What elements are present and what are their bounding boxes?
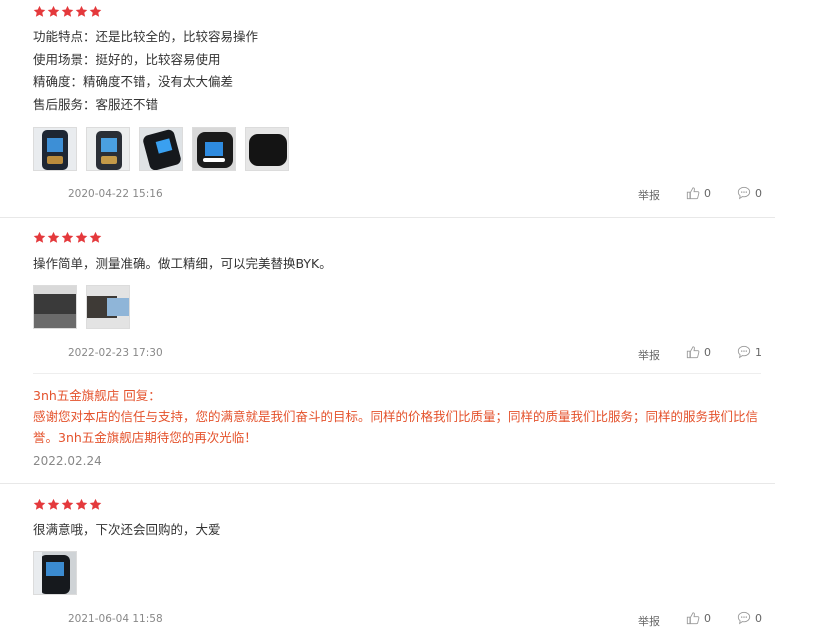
star-icon xyxy=(89,231,102,243)
report-label: 举报 xyxy=(638,189,660,202)
like-button[interactable]: 0 xyxy=(686,186,711,200)
star-icon xyxy=(75,5,88,17)
like-button[interactable]: 0 xyxy=(686,611,711,625)
comment-icon xyxy=(737,611,751,625)
seller-reply-author: 3nh五金旗舰店 回复： xyxy=(33,388,161,403)
like-count: 0 xyxy=(704,186,711,200)
like-button[interactable]: 0 xyxy=(686,345,711,359)
star-rating xyxy=(33,5,102,18)
review-text-line: 精确度：精确度不错，没有太大偏差 xyxy=(33,74,234,89)
review-date: 2022-02-23 17:30 xyxy=(68,347,163,359)
comment-count: 0 xyxy=(755,186,762,200)
thumbs-up-icon xyxy=(686,187,700,200)
seller-reply-date: 2022.02.24 xyxy=(33,454,102,468)
review-photos xyxy=(33,551,77,595)
review-item: 操作简单，测量准确。做工精细，可以完美替换BYK。 2022-02-23 17:… xyxy=(0,218,775,484)
comment-button[interactable]: 1 xyxy=(737,345,762,359)
star-icon xyxy=(89,5,102,17)
star-icon xyxy=(33,231,46,243)
review-photos xyxy=(33,285,130,329)
review-photo-thumbnail[interactable] xyxy=(33,127,77,171)
star-rating xyxy=(33,498,102,511)
review-photo-thumbnail[interactable] xyxy=(86,285,130,329)
comment-icon xyxy=(737,186,751,200)
star-icon xyxy=(33,5,46,17)
comment-count: 1 xyxy=(755,345,762,359)
comment-count: 0 xyxy=(755,611,762,625)
star-icon xyxy=(47,231,60,243)
thumbs-up-icon xyxy=(686,612,700,625)
like-count: 0 xyxy=(704,345,711,359)
review-text-line: 功能特点：还是比较全的，比较容易操作 xyxy=(33,29,259,44)
star-icon xyxy=(61,5,74,17)
review-date: 2021-06-04 11:58 xyxy=(68,613,163,625)
star-icon xyxy=(47,498,60,510)
report-link[interactable]: 举报 xyxy=(638,347,660,363)
reply-separator xyxy=(33,373,761,374)
comment-button[interactable]: 0 xyxy=(737,186,762,200)
star-icon xyxy=(75,498,88,510)
star-icon xyxy=(33,498,46,510)
seller-reply-text: 感谢您对本店的信任与支持，您的满意就是我们奋斗的目标。同样的价格我们比质量；同样… xyxy=(33,409,759,445)
star-icon xyxy=(61,231,74,243)
review-photos xyxy=(33,127,289,171)
comment-icon xyxy=(737,345,751,359)
report-link[interactable]: 举报 xyxy=(638,613,660,629)
report-label: 举报 xyxy=(638,615,660,628)
star-icon xyxy=(47,5,60,17)
thumbs-up-icon xyxy=(686,346,700,359)
review-photo-thumbnail[interactable] xyxy=(86,127,130,171)
review-text-line: 使用场景：挺好的，比较容易使用 xyxy=(33,51,221,67)
review-photo-thumbnail[interactable] xyxy=(33,285,77,329)
comment-button[interactable]: 0 xyxy=(737,611,762,625)
report-label: 举报 xyxy=(638,349,660,362)
review-photo-thumbnail[interactable] xyxy=(139,127,183,171)
review-item: 很满意哦，下次还会回购的，大爱 2021-06-04 11:58 举报 0 0 xyxy=(0,484,775,638)
report-link[interactable]: 举报 xyxy=(638,187,660,203)
star-rating xyxy=(33,231,102,244)
review-date: 2020-04-22 15:16 xyxy=(68,188,163,200)
review-item: 功能特点：还是比较全的，比较容易操作 使用场景：挺好的，比较容易使用 精确度：精… xyxy=(0,0,775,218)
star-icon xyxy=(89,498,102,510)
review-photo-thumbnail[interactable] xyxy=(245,127,289,171)
star-icon xyxy=(75,231,88,243)
review-photo-thumbnail[interactable] xyxy=(33,551,77,595)
review-text-line: 售后服务：客服还不错 xyxy=(33,96,159,112)
like-count: 0 xyxy=(704,611,711,625)
star-icon xyxy=(61,498,74,510)
review-text-line: 很满意哦，下次还会回购的，大爱 xyxy=(33,522,221,537)
review-text-line: 操作简单，测量准确。做工精细，可以完美替换BYK。 xyxy=(33,256,332,271)
review-photo-thumbnail[interactable] xyxy=(192,127,236,171)
